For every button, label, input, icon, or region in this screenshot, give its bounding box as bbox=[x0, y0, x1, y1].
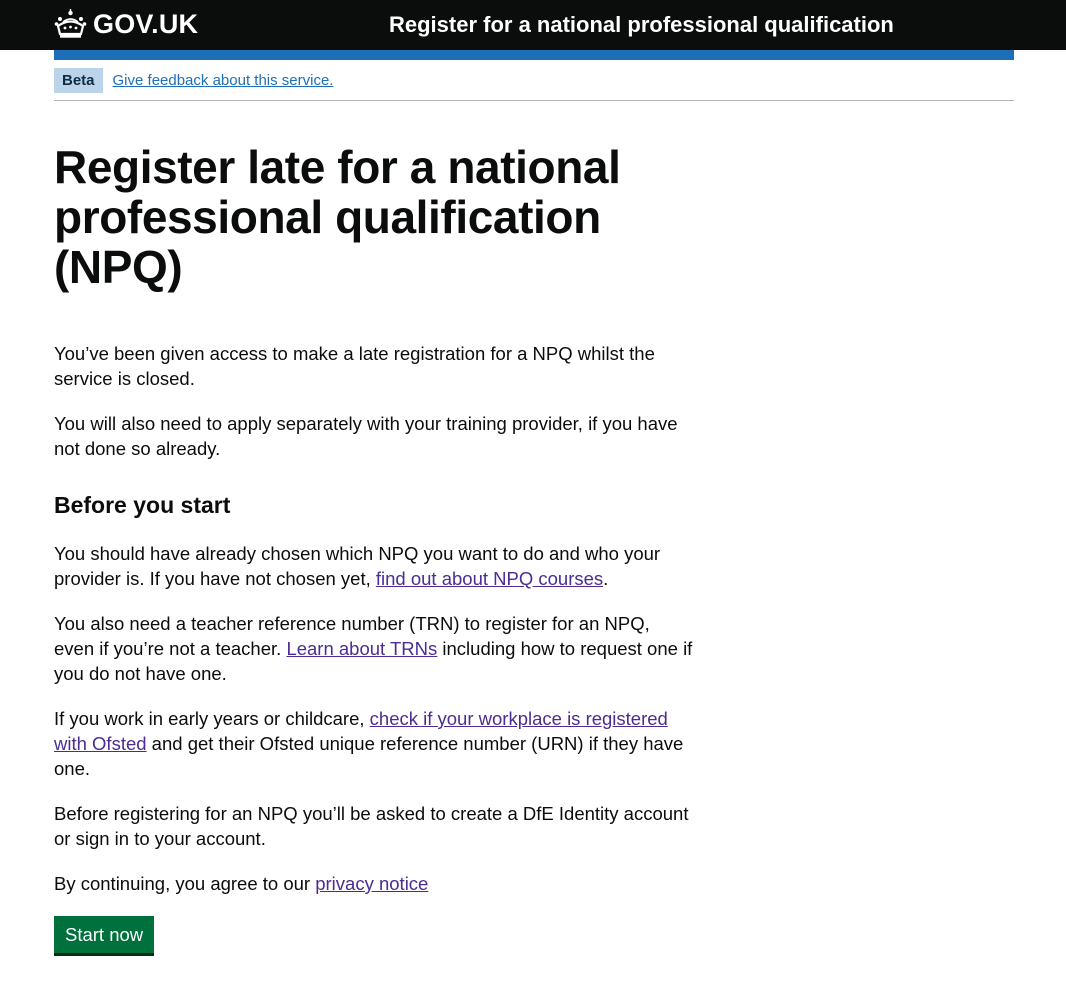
site-header: GOV.UK Register for a national professio… bbox=[0, 0, 1066, 50]
before-you-start-heading: Before you start bbox=[54, 492, 231, 518]
service-name-link[interactable]: Register for a national professional qua… bbox=[389, 10, 894, 40]
ofsted-text: If you work in early years or childcare, bbox=[54, 708, 370, 729]
privacy-text: By continuing, you agree to our bbox=[54, 873, 316, 894]
header-blue-bar bbox=[54, 50, 1014, 60]
phase-banner: Beta Give feedback about this service. bbox=[54, 68, 333, 93]
npq-courses-link[interactable]: find out about NPQ courses bbox=[376, 568, 603, 589]
phase-tag: Beta bbox=[54, 68, 103, 93]
intro-paragraph-1: You’ve been given access to make a late … bbox=[54, 343, 655, 389]
crown-icon bbox=[54, 9, 87, 38]
page-title: Register late for a national professiona… bbox=[54, 141, 621, 293]
intro-paragraph-2: You will also need to apply separately w… bbox=[54, 413, 678, 459]
feedback-link[interactable]: Give feedback about this service. bbox=[113, 72, 334, 89]
privacy-paragraph: By continuing, you agree to our privacy … bbox=[54, 871, 694, 896]
ofsted-paragraph: If you work in early years or childcare,… bbox=[54, 706, 694, 781]
logo-text: GOV.UK bbox=[93, 9, 199, 39]
ofsted-text-end: and get their Ofsted unique reference nu… bbox=[54, 733, 684, 779]
trn-paragraph: You also need a teacher reference number… bbox=[54, 611, 694, 686]
start-now-button[interactable]: Start now bbox=[54, 916, 155, 953]
choose-npq-paragraph: You should have already chosen which NPQ… bbox=[54, 541, 694, 591]
privacy-notice-link[interactable]: privacy notice bbox=[315, 873, 428, 894]
choose-npq-end: . bbox=[603, 568, 609, 589]
identity-paragraph: Before registering for an NPQ you’ll be … bbox=[54, 803, 689, 849]
govuk-logo-link[interactable]: GOV.UK bbox=[54, 7, 198, 41]
learn-about-trns-link[interactable]: Learn about TRNs bbox=[286, 638, 437, 659]
phase-divider bbox=[54, 100, 1014, 101]
